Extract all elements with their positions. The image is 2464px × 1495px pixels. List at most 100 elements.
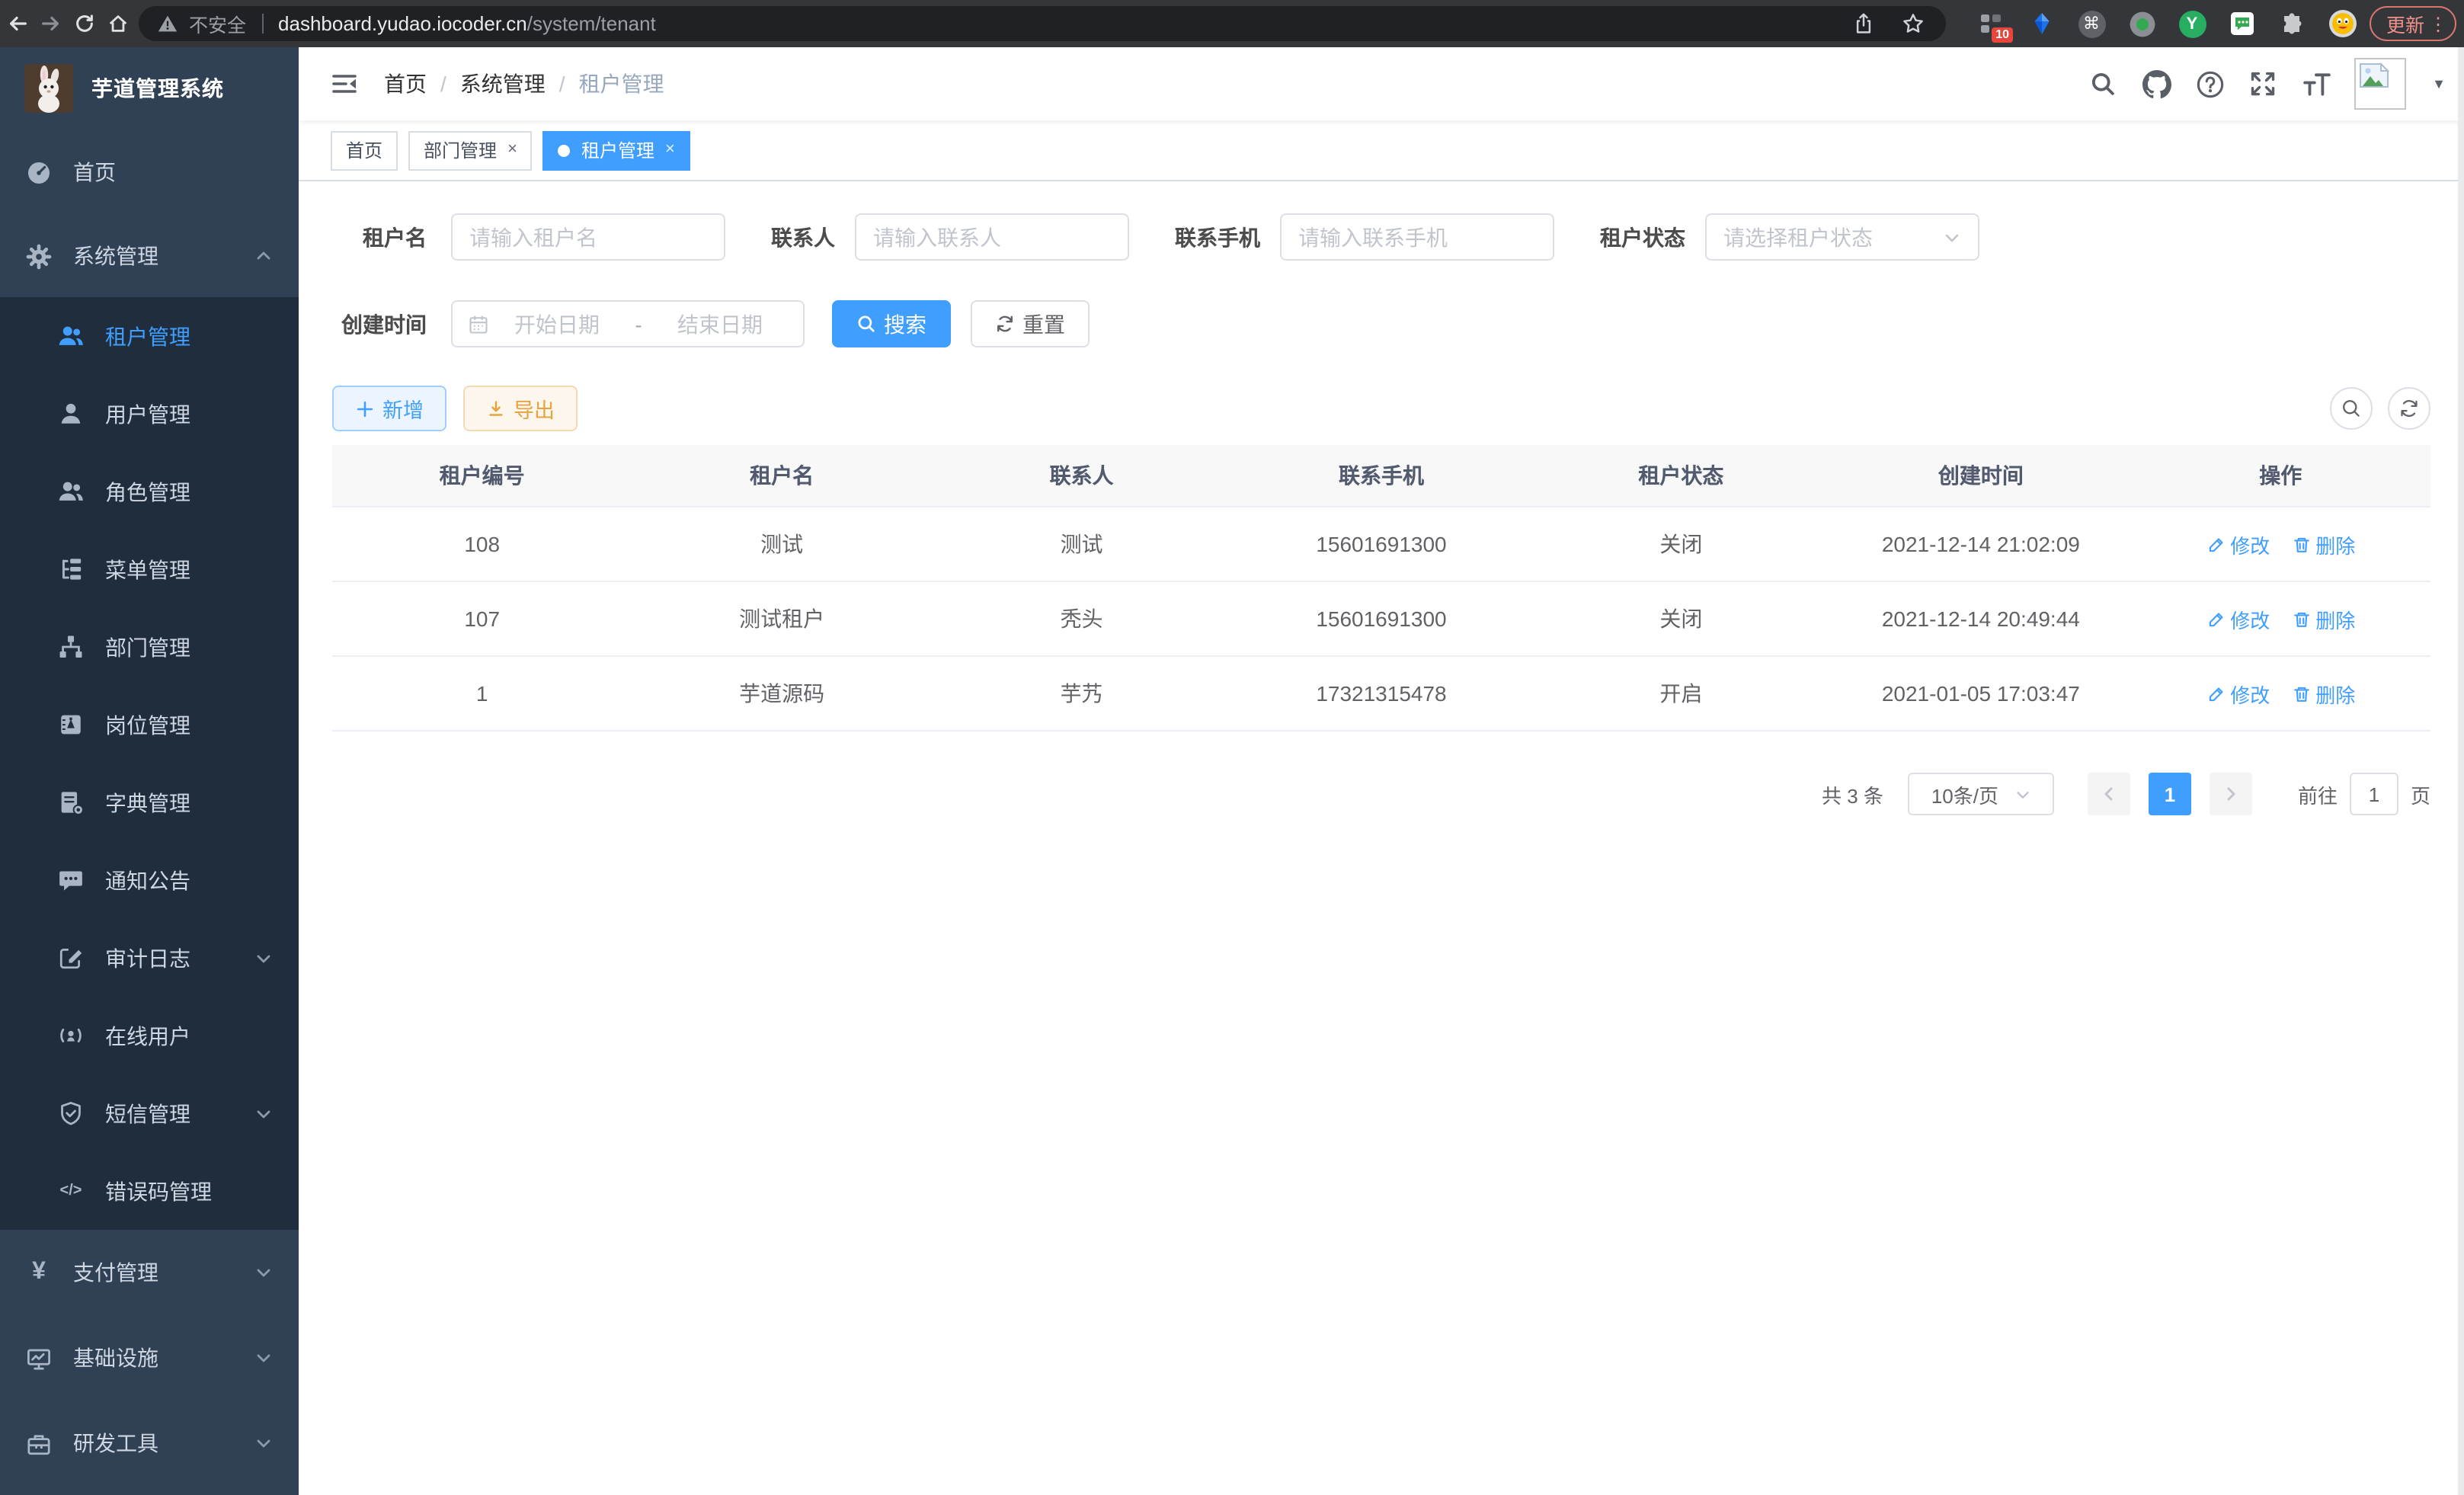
sidebar-item-menu[interactable]: 菜单管理 <box>0 530 299 608</box>
edit-button[interactable]: 修改 <box>2206 679 2270 708</box>
profile-avatar-icon[interactable] <box>2328 9 2357 38</box>
sidebar-item-audit-log[interactable]: 审计日志 <box>0 919 299 997</box>
security-warning-icon[interactable] <box>157 14 178 34</box>
prev-page-button[interactable] <box>2088 773 2130 815</box>
refresh-table-button[interactable] <box>2388 387 2430 430</box>
browser-menu-icon[interactable]: ⋮ <box>2429 13 2447 34</box>
mobile-input[interactable] <box>1298 225 1536 249</box>
fullscreen-icon[interactable] <box>2248 69 2278 99</box>
sidebar-item-infra[interactable]: 基础设施 <box>0 1315 299 1401</box>
breadcrumb-home[interactable]: 首页 <box>384 69 427 99</box>
tag-home[interactable]: 首页 <box>331 130 398 170</box>
sidebar-item-dept[interactable]: 部门管理 <box>0 608 299 686</box>
extension-green-dot-icon[interactable] <box>2127 9 2156 38</box>
tenant-name-input[interactable] <box>469 225 707 249</box>
status-select-input[interactable] <box>1723 225 1943 249</box>
page-number-1[interactable]: 1 <box>2149 773 2191 815</box>
users-icon <box>58 323 84 349</box>
toolbox-icon <box>26 1430 52 1456</box>
browser-reload-button[interactable] <box>72 11 98 37</box>
edit-button[interactable]: 修改 <box>2206 530 2270 559</box>
browser-home-button[interactable] <box>105 11 131 37</box>
url-bar[interactable]: 不安全 dashboard.yudao.iocoder.cn/system/te… <box>139 6 1946 41</box>
sidebar-item-dev-tools[interactable]: 研发工具 <box>0 1401 299 1486</box>
sidebar-item-label: 在线用户 <box>105 1020 190 1051</box>
header-search-icon[interactable] <box>2088 69 2118 99</box>
next-page-button[interactable] <box>2210 773 2252 815</box>
extension-y-icon[interactable]: Y <box>2178 9 2206 38</box>
sidebar-item-tenant[interactable]: 租户管理 <box>0 297 299 375</box>
sidebar-item-system[interactable]: 系统管理 <box>0 215 299 297</box>
dictionary-icon <box>58 789 84 815</box>
contact-input[interactable] <box>873 225 1111 249</box>
font-size-icon[interactable] <box>2301 69 2331 99</box>
sidebar-item-dict[interactable]: 字典管理 <box>0 764 299 841</box>
mobile-label: 联系手机 <box>1175 222 1260 252</box>
sidebar-collapse-button[interactable] <box>331 70 358 98</box>
browser-back-button[interactable] <box>5 11 30 37</box>
sidebar-item-role[interactable]: 角色管理 <box>0 453 299 530</box>
sidebar-item-post[interactable]: 岗位管理 <box>0 686 299 764</box>
refresh-icon <box>995 314 1015 334</box>
help-icon[interactable] <box>2194 69 2225 99</box>
sidebar-item-notice[interactable]: 通知公告 <box>0 841 299 919</box>
status-select[interactable] <box>1705 213 1979 261</box>
tag-tenant-active[interactable]: 租户管理 × <box>543 130 690 170</box>
github-icon[interactable] <box>2141 69 2171 99</box>
page-size-select[interactable]: 10条/页 <box>1908 773 2054 815</box>
sidebar-item-home[interactable]: 首页 <box>0 130 299 215</box>
toggle-search-button[interactable] <box>2330 387 2373 430</box>
cell-mobile: 15601691300 <box>1231 532 1531 556</box>
yen-icon: ¥ <box>26 1260 52 1285</box>
user-menu-caret-icon[interactable]: ▼ <box>2432 76 2446 91</box>
sidebar-item-user[interactable]: 用户管理 <box>0 375 299 453</box>
col-created: 创建时间 <box>1831 460 2130 491</box>
extension-kite-icon[interactable] <box>2027 9 2056 38</box>
breadcrumb-system[interactable]: 系统管理 <box>460 69 546 99</box>
monitor-icon <box>26 1345 52 1371</box>
extension-tampermonkey-icon[interactable]: 10 <box>1976 9 2005 38</box>
pencil-icon <box>2206 534 2226 554</box>
goto-page-input[interactable] <box>2350 773 2398 815</box>
delete-button[interactable]: 删除 <box>2291 679 2355 708</box>
col-status: 租户状态 <box>1531 460 1831 491</box>
extensions-puzzle-icon[interactable] <box>2278 9 2307 38</box>
close-icon[interactable]: × <box>665 142 675 158</box>
browser-update-button[interactable]: 更新 ⋮ <box>2370 6 2456 41</box>
extension-command-icon[interactable]: ⌘ <box>2077 9 2106 38</box>
reset-button[interactable]: 重置 <box>971 300 1090 347</box>
sidebar-logo[interactable]: 芋道管理系统 <box>0 47 299 130</box>
export-button[interactable]: 导出 <box>463 386 578 431</box>
sidebar-item-error-code[interactable]: </> 错误码管理 <box>0 1152 299 1230</box>
plus-icon <box>355 399 375 418</box>
search-button[interactable]: 搜索 <box>832 300 951 347</box>
page-content: 租户名 联系人 联系手机 租户状态 创 <box>299 181 2464 815</box>
close-icon[interactable]: × <box>507 142 517 158</box>
sidebar-item-online-user[interactable]: 在线用户 <box>0 997 299 1074</box>
delete-button[interactable]: 删除 <box>2291 604 2355 633</box>
edit-button[interactable]: 修改 <box>2206 604 2270 633</box>
sidebar-item-sms[interactable]: 短信管理 <box>0 1074 299 1152</box>
cell-tenant-id: 1 <box>332 681 632 706</box>
tags-view-bar: 首页 部门管理 × 租户管理 × <box>299 120 2464 181</box>
user-avatar[interactable] <box>2354 58 2406 110</box>
page-scrollbar[interactable] <box>2458 47 2464 1495</box>
browser-forward-button[interactable] <box>38 11 64 37</box>
delete-button[interactable]: 删除 <box>2291 530 2355 559</box>
tag-dept[interactable]: 部门管理 × <box>408 130 533 170</box>
broken-image-icon <box>2359 62 2389 88</box>
pencil-icon <box>2206 683 2226 703</box>
chevron-down-icon <box>254 1263 273 1282</box>
date-separator: - <box>625 312 652 336</box>
goto-label: 前往 <box>2298 780 2338 808</box>
share-icon[interactable] <box>1853 12 1874 35</box>
create-time-range-picker[interactable]: 开始日期 - 结束日期 <box>451 300 805 347</box>
sidebar-item-label: 支付管理 <box>73 1257 158 1288</box>
chevron-left-icon <box>2100 785 2118 803</box>
bookmark-star-icon[interactable] <box>1902 12 1925 35</box>
col-tenant-name: 租户名 <box>632 460 931 491</box>
add-button[interactable]: 新增 <box>332 386 446 431</box>
sidebar-item-payment[interactable]: ¥ 支付管理 <box>0 1230 299 1315</box>
extension-chat-icon[interactable] <box>2228 9 2257 38</box>
active-dot <box>558 144 571 156</box>
